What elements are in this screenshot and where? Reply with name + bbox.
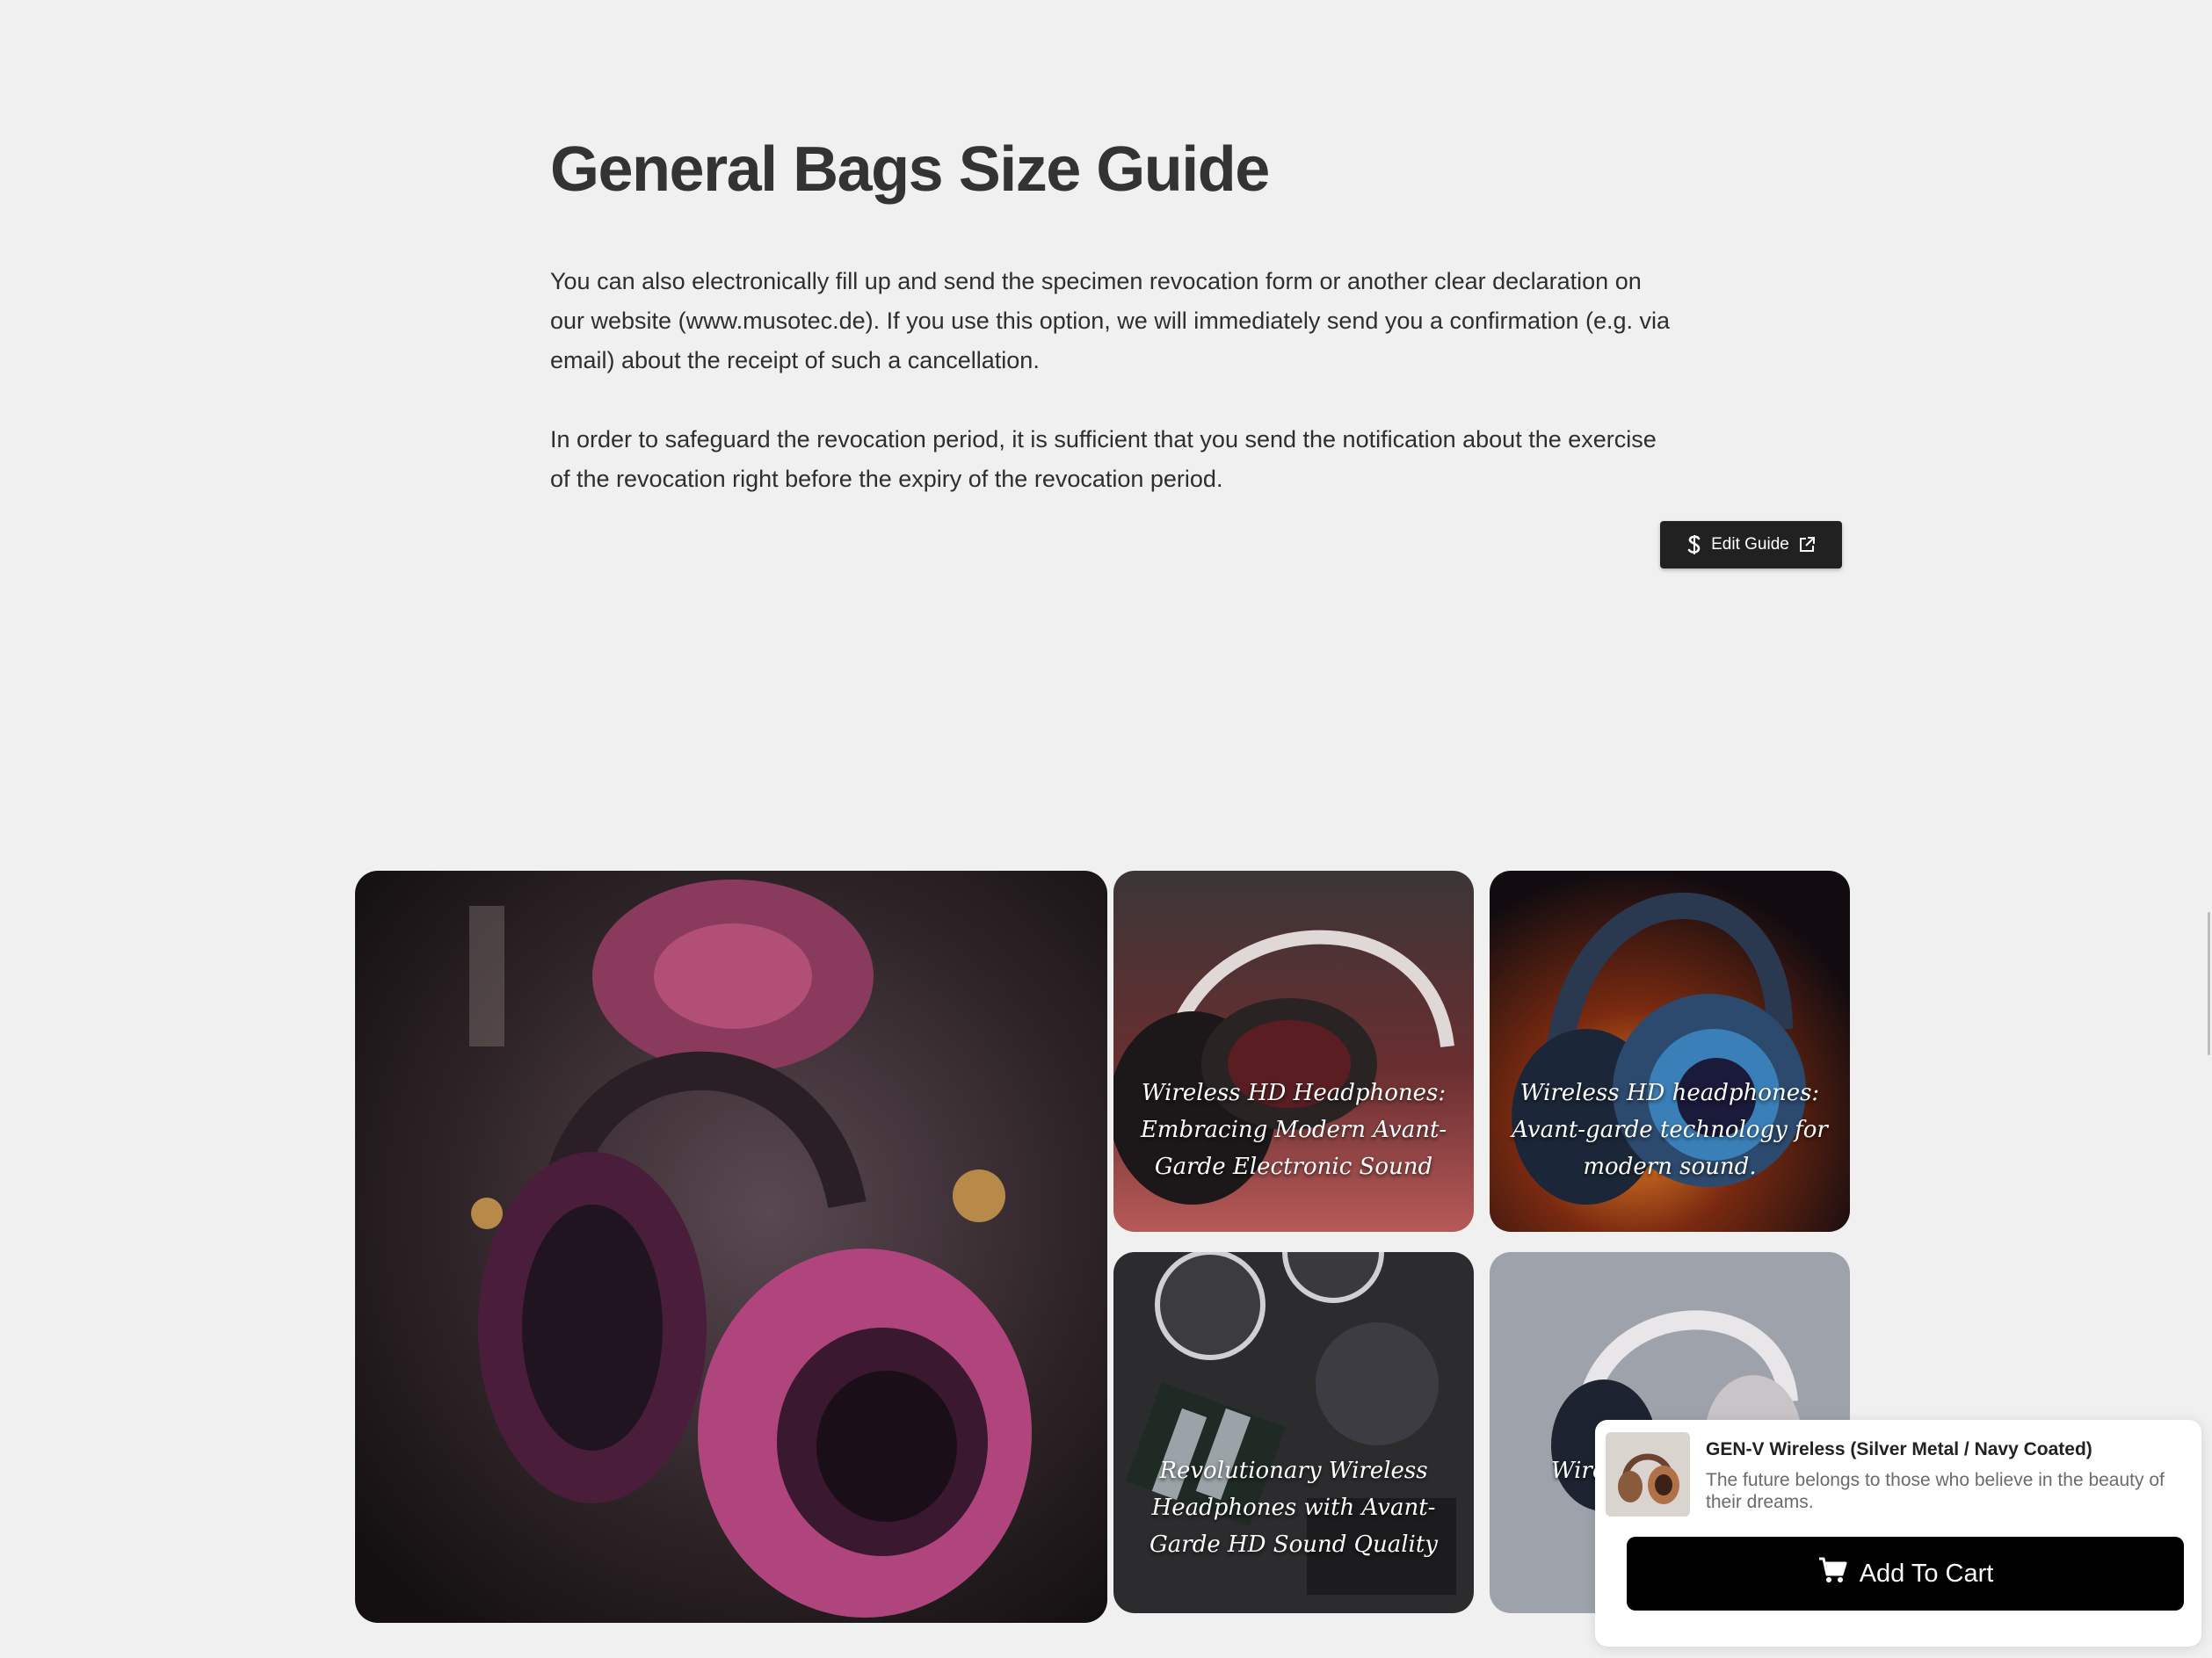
tile-caption: Revolutionary Wireless Headphones with A… [1150,1458,1438,1558]
sticky-add-to-cart: GEN-V Wireless (Silver Metal / Navy Coat… [1595,1420,2201,1647]
tile-caption: Wireless HD Headphones: Embracing Modern… [1140,1080,1447,1180]
gallery-tile[interactable]: Wireless HD headphones: Avant-garde tech… [1490,871,1850,1232]
tile-caption: Wireless HD headphones: Avant-garde tech… [1512,1080,1828,1180]
guide-paragraph-1: You can also electronically fill up and … [550,268,1671,373]
external-link-icon [1798,536,1816,554]
gallery-tile[interactable]: Wireless HD Headphones: Embracing Modern… [1113,871,1474,1232]
product-description: The future belongs to those who believe … [1706,1470,2165,1512]
cart-icon [1817,1556,1847,1591]
pink-headphones-image [355,871,1107,1623]
gallery-tile[interactable]: Revolutionary Wireless Headphones with A… [1113,1252,1474,1613]
product-thumbnail [1606,1432,1690,1517]
product-title: GEN-V Wireless (Silver Metal / Navy Coat… [1706,1439,2092,1459]
add-to-cart-button[interactable]: Add To Cart [1627,1537,2184,1611]
gallery-tile-featured[interactable] [355,871,1107,1623]
edit-guide-button[interactable]: Edit Guide [1660,521,1842,568]
page-title: General Bags Size Guide [550,134,1270,205]
guide-paragraph-2: In order to safeguard the revocation per… [550,426,1657,492]
add-to-cart-label: Add To Cart [1859,1559,1994,1588]
shopify-s-icon [1686,534,1702,555]
edit-guide-label: Edit Guide [1711,535,1789,554]
size-guide-section: General Bags Size Guide You can also ele… [550,132,1842,492]
scrollbar-thumb[interactable] [2208,912,2210,1055]
